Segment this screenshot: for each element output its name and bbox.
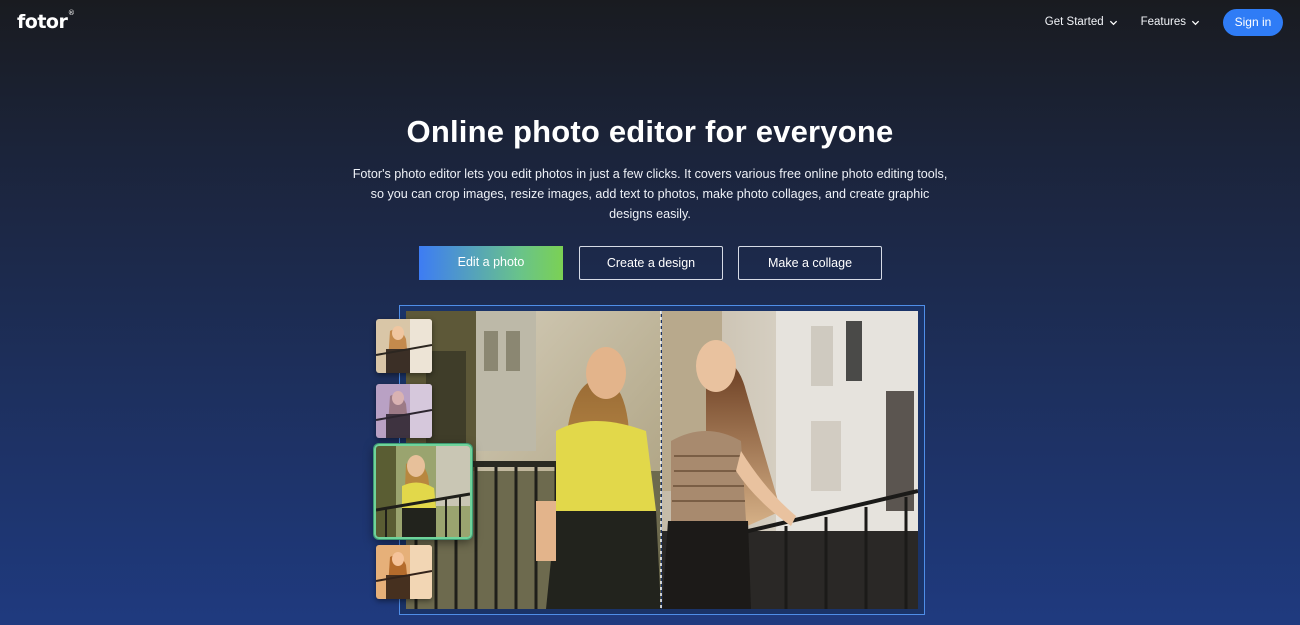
logo-text: fotor xyxy=(17,11,68,33)
nav-get-started-label: Get Started xyxy=(1044,16,1104,28)
fotor-logo[interactable]: fotor ® xyxy=(17,9,75,33)
make-collage-button[interactable]: Make a collage xyxy=(738,246,882,280)
nav-features[interactable]: Features xyxy=(1141,16,1200,28)
create-design-button[interactable]: Create a design xyxy=(579,246,723,280)
cta-button-group: Edit a photo Create a design Make a coll… xyxy=(419,246,897,280)
before-after-photo xyxy=(406,311,918,609)
edit-photo-button[interactable]: Edit a photo xyxy=(419,246,563,280)
nav-menu: Get Started Features Sign in xyxy=(1045,8,1283,36)
chevron-down-icon xyxy=(1191,20,1200,25)
after-half xyxy=(662,311,918,609)
nav-get-started[interactable]: Get Started xyxy=(1045,16,1118,28)
nav-features-label: Features xyxy=(1140,16,1186,28)
filter-thumbnail-green-active[interactable] xyxy=(374,444,472,539)
page-title: Online photo editor for everyone xyxy=(406,114,894,149)
hero-description: Fotor's photo editor lets you edit photo… xyxy=(352,167,948,221)
chevron-down-icon xyxy=(1109,20,1117,25)
top-nav-bar: fotor ® Get Started Features Sign in xyxy=(0,0,1300,44)
filter-thumbnail-orange[interactable] xyxy=(376,545,432,599)
filter-thumbnail-warm[interactable] xyxy=(376,319,432,373)
filter-thumbnail-purple[interactable] xyxy=(376,384,432,438)
registered-mark: ® xyxy=(67,9,75,17)
sign-in-button[interactable]: Sign in xyxy=(1223,8,1283,36)
